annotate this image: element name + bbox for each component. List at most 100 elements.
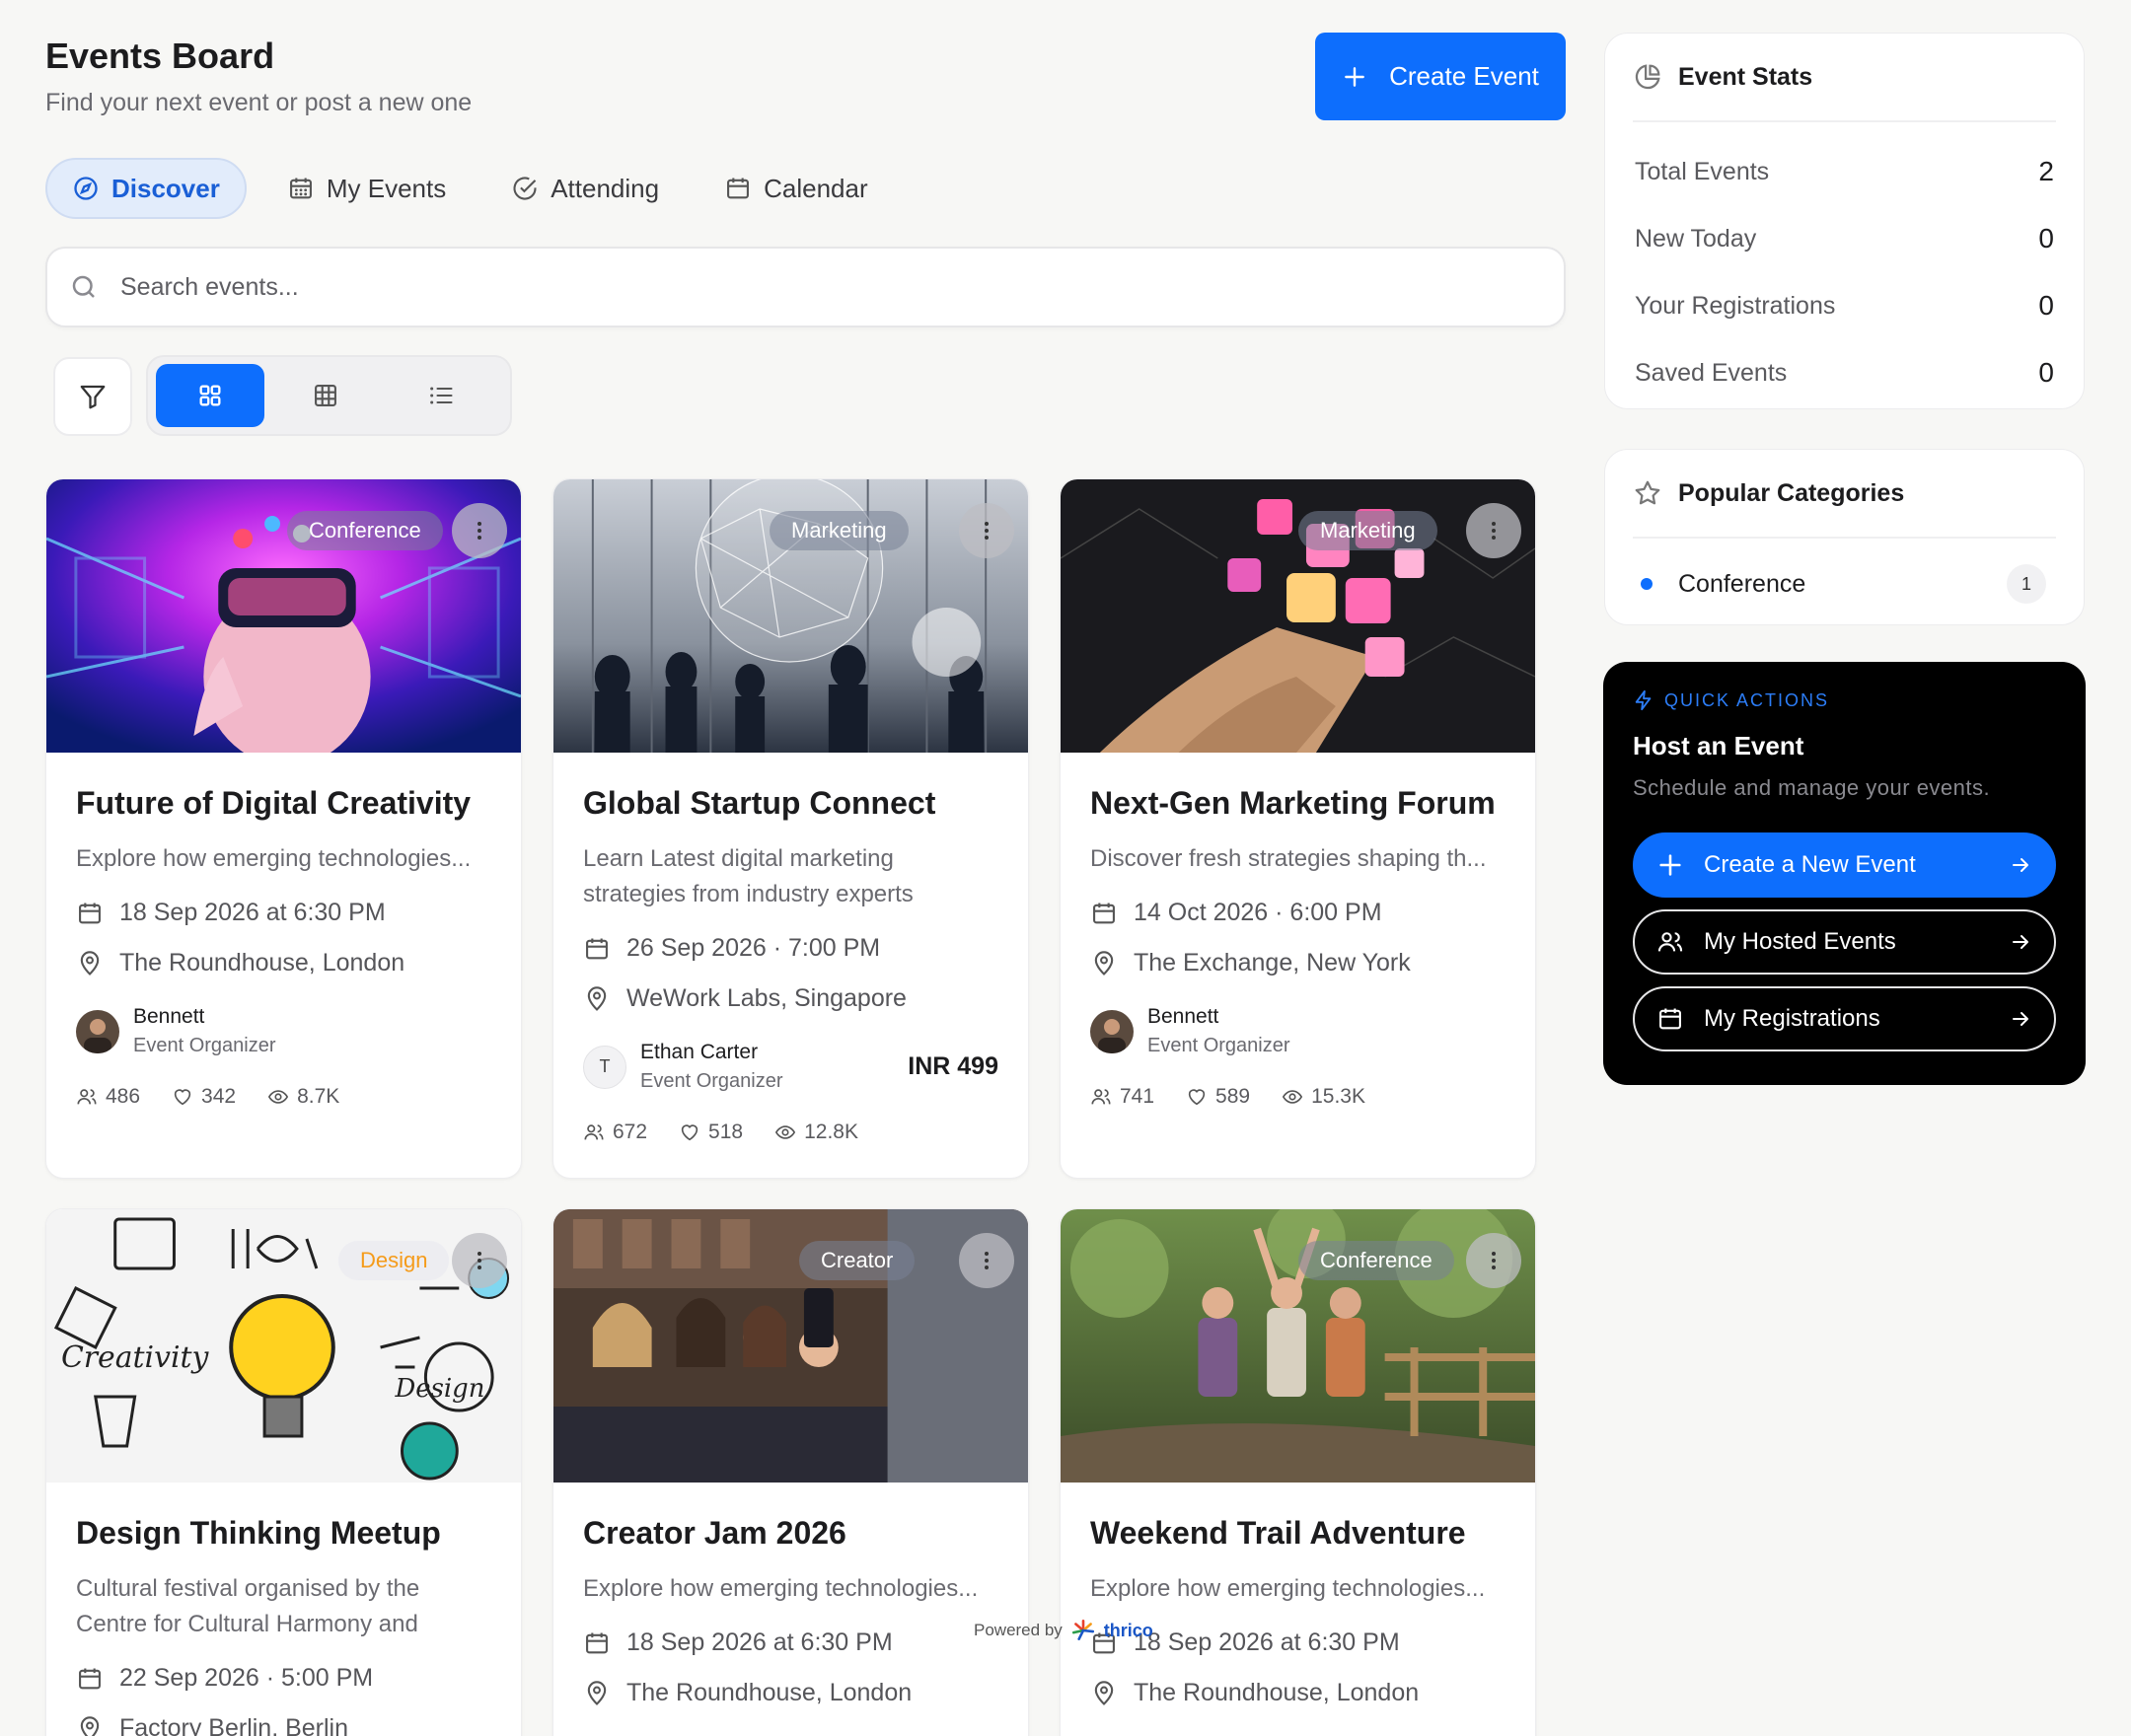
create-new-event-button[interactable]: Create a New Event — [1633, 832, 2056, 898]
view-toggle — [146, 355, 512, 436]
star-icon — [1635, 480, 1660, 505]
my-registrations-button[interactable]: My Registrations — [1633, 986, 2056, 1051]
event-location: The Exchange, New York — [1090, 949, 1506, 977]
event-description: Explore how emerging technologies... — [76, 845, 472, 873]
plus-icon — [1345, 66, 1364, 87]
svg-text:Creativity: Creativity — [61, 1340, 210, 1375]
page-subtitle: Find your next event or post a new one — [45, 89, 473, 116]
filter-icon — [80, 385, 106, 409]
quick-actions-label-text: QUICK ACTIONS — [1664, 689, 1830, 710]
button-label: Create a New Event — [1704, 851, 1916, 878]
more-vertical-icon — [1492, 522, 1496, 540]
calendar-icon — [586, 1632, 608, 1654]
likes-count: 589 — [1215, 1085, 1251, 1109]
more-options-button[interactable] — [1466, 1233, 1521, 1288]
views-stat: 15.3K — [1282, 1085, 1365, 1109]
event-card[interactable]: Marketing Next-Gen Marketing Forum Disco… — [1060, 478, 1536, 1179]
popular-categories-panel: Popular Categories Conference 1 — [1604, 449, 2085, 625]
search-icon — [72, 275, 95, 298]
arrow-right-icon — [2013, 858, 2028, 872]
attendees-count: 741 — [1120, 1085, 1155, 1109]
quick-actions-subtitle: Schedule and manage your events. — [1633, 775, 1991, 800]
more-options-button[interactable] — [959, 1233, 1014, 1288]
map-pin-icon — [587, 986, 607, 1011]
tab-label: My Events — [326, 173, 447, 203]
category-badge: Marketing — [1298, 511, 1437, 550]
check-circle-icon — [513, 177, 537, 200]
likes-stat[interactable]: 518 — [679, 1121, 743, 1144]
quick-actions-label: QUICK ACTIONS — [1633, 689, 2056, 711]
event-date: 26 Sep 2026 · 7:00 PM — [583, 934, 998, 963]
event-title: Design Thinking Meetup — [76, 1515, 441, 1551]
event-description: Cultural festival organised by the Centr… — [76, 1575, 420, 1638]
panel-header: Event Stats — [1633, 34, 2056, 122]
event-date: 22 Sep 2026 · 5:00 PM — [76, 1664, 491, 1693]
attendees-count: 672 — [613, 1121, 648, 1144]
thrico-logo-icon — [1071, 1619, 1094, 1640]
my-hosted-events-button[interactable]: My Hosted Events — [1633, 909, 2056, 975]
more-options-button[interactable] — [1466, 503, 1521, 558]
quick-actions-panel: QUICK ACTIONS Host an Event Schedule and… — [1603, 662, 2086, 1085]
event-location: Factory Berlin, Berlin — [76, 1714, 491, 1736]
avatar — [76, 1009, 119, 1053]
category-label: Conference — [1678, 569, 1806, 598]
attendees-count: 486 — [106, 1085, 141, 1109]
category-badge: Marketing — [770, 511, 909, 550]
event-description: Explore how emerging technologies... — [1090, 1575, 1486, 1603]
quick-actions-title: Host an Event — [1633, 731, 1804, 760]
stat-value: 0 — [2038, 223, 2054, 253]
event-title: Global Startup Connect — [583, 785, 936, 821]
organizer-name: Ethan Carter — [640, 1041, 759, 1064]
view-grid-large-button[interactable] — [156, 364, 264, 427]
pie-chart-icon — [1635, 64, 1660, 90]
map-pin-icon — [587, 1681, 607, 1705]
event-card[interactable]: Creativity Design Design Design Thinking… — [45, 1208, 522, 1736]
event-date-text: 26 Sep 2026 · 7:00 PM — [626, 934, 881, 963]
lightning-icon — [1635, 689, 1652, 711]
event-description: Explore how emerging technologies... — [583, 1575, 979, 1603]
stat-value: 2 — [2038, 156, 2054, 186]
event-date-text: 18 Sep 2026 at 6:30 PM — [626, 1628, 893, 1657]
event-date-text: 18 Sep 2026 at 6:30 PM — [1134, 1628, 1400, 1657]
arrow-right-icon — [2013, 1012, 2028, 1026]
category-item-conference[interactable]: Conference 1 — [1605, 539, 2084, 629]
event-stats-panel: Event Stats Total Events 2 New Today 0 Y… — [1604, 33, 2085, 409]
event-location: The Roundhouse, London — [76, 949, 491, 977]
more-options-button[interactable] — [452, 503, 507, 558]
tab-attending[interactable]: Attending — [486, 158, 684, 219]
map-pin-icon — [1094, 951, 1114, 976]
event-location-text: The Roundhouse, London — [626, 1679, 913, 1707]
view-list-button[interactable] — [387, 364, 495, 427]
tab-my-events[interactable]: My Events — [262, 158, 471, 219]
likes-count: 342 — [201, 1085, 237, 1109]
event-card[interactable]: Marketing Global Startup Connect Learn L… — [552, 478, 1029, 1179]
avatar: T — [583, 1045, 626, 1089]
organizer: Bennett Event Organizer — [1090, 1005, 1506, 1057]
powered-by-brand: thrico — [1103, 1620, 1153, 1640]
event-title: Future of Digital Creativity — [76, 785, 472, 821]
tab-calendar[interactable]: Calendar — [699, 158, 893, 219]
users-icon — [1657, 932, 1683, 952]
likes-stat[interactable]: 589 — [1186, 1085, 1250, 1109]
event-location-text: WeWork Labs, Singapore — [626, 984, 907, 1013]
event-card[interactable]: Conference Weekend Trail Adventure Explo… — [1060, 1208, 1536, 1736]
create-event-label: Create Event — [1389, 61, 1539, 91]
view-grid-small-button[interactable] — [271, 364, 380, 427]
organizer-role: Event Organizer — [133, 1035, 276, 1057]
filter-button[interactable] — [53, 357, 132, 436]
event-card[interactable]: Conference Future of Digital Creativity … — [45, 478, 522, 1179]
more-options-button[interactable] — [959, 503, 1014, 558]
calendar-icon — [1659, 1008, 1681, 1030]
more-vertical-icon — [478, 1252, 481, 1269]
panel-header: Popular Categories — [1633, 450, 2056, 539]
calendar-icon — [79, 903, 101, 924]
create-event-button[interactable]: Create Event — [1315, 33, 1566, 120]
powered-by[interactable]: Powered by thrico — [974, 1618, 1153, 1643]
more-options-button[interactable] — [452, 1233, 507, 1288]
event-card[interactable]: Creator Creator Jam 2026 Explore how eme… — [552, 1208, 1029, 1736]
svg-text:Design: Design — [395, 1374, 485, 1404]
tab-discover[interactable]: Discover — [45, 158, 247, 219]
search-input[interactable] — [120, 272, 1403, 302]
likes-stat[interactable]: 342 — [172, 1085, 236, 1109]
event-date-text: 18 Sep 2026 at 6:30 PM — [119, 899, 386, 927]
